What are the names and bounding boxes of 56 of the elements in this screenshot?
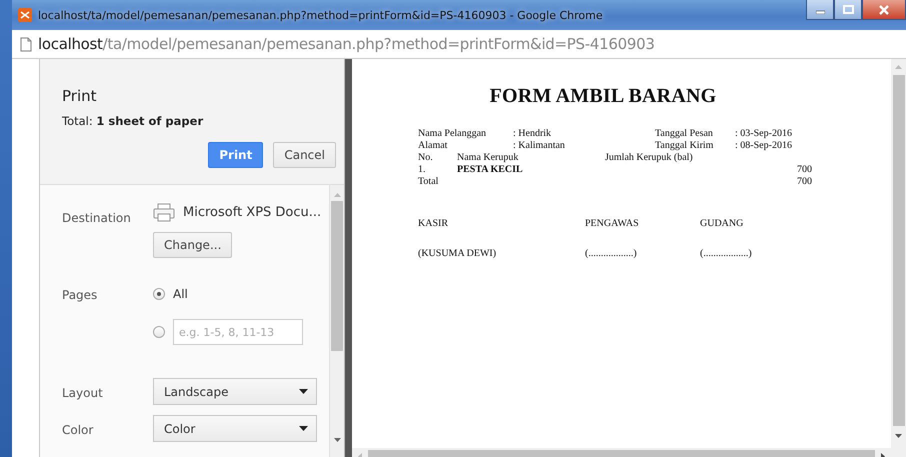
field-value: : Hendrik [513,128,552,140]
signature-name: (KUSUMA DEWI) [418,248,498,259]
signature-role: KASIR [418,218,450,229]
table-cell-text: 1. [418,164,426,176]
signature-name: (..................) [700,248,753,259]
table-cell-text: PESTA KECIL [457,164,524,176]
scroll-down-icon[interactable] [334,438,340,442]
maximize-icon [842,5,854,14]
close-button[interactable] [862,0,906,20]
total-value: 700 [796,176,812,188]
field-value: : Kalimantan [513,140,566,152]
signature-role: GUDANG [700,218,744,229]
close-icon [879,4,889,14]
vertical-scrollbar[interactable] [329,185,344,457]
vertical-scrollbar[interactable] [891,59,906,448]
app-icon [18,8,32,22]
setting-label: Layout [62,385,104,400]
url-text[interactable]: localhost/ta/model/pemesanan/pemesanan.php?method=printForm&id=PS-4160903 [38,35,655,53]
change-button[interactable]: Change... [153,232,232,258]
signature-role: PENGAWAS [585,218,640,229]
window-title: localhost/ta/model/pemesanan/pemesanan.php?method=printForm&id=PS-4160903 - Google Chrome [38,8,604,22]
page-icon [20,36,32,52]
scroll-up-icon[interactable] [895,65,902,69]
total-sheets-text: Total: 1 sheet of paper [62,114,204,128]
print-title: Print [62,87,98,105]
setting-label: Pages [62,287,98,302]
caret-icon [299,389,308,394]
radio-button[interactable] [153,326,165,338]
scroll-up-icon[interactable] [334,193,340,197]
column-header: Nama Kerupuk [457,152,520,164]
printer-icon [153,203,175,222]
maximize-button[interactable] [834,0,862,20]
field-value: : 03-Sep-2016 [735,128,793,140]
dropdown[interactable]: Landscape [153,378,317,405]
total-label: Total [418,176,440,188]
field-label: Tanggal Kirim [655,140,714,152]
signature-name: (..................) [585,248,638,259]
setting-label: Color [62,422,94,437]
field-label: Alamat [418,140,448,152]
field-label: Tanggal Pesan [655,128,714,140]
destination-name: Microsoft XPS Docu... [183,205,322,220]
cancel-button[interactable]: Cancel [273,142,336,168]
radio-label: All [173,287,188,301]
caret-icon [299,426,308,431]
radio-button[interactable] [153,288,165,300]
table-cell-text: 700 [796,164,812,176]
field-label: Nama Pelanggan [418,128,488,140]
minimize-button[interactable] [806,0,834,20]
page-range-field[interactable]: e.g. 1-5, 8, 11-13 [173,319,303,345]
dropdown[interactable]: Color [153,415,317,442]
form-title: FORM AMBIL BARANG [488,85,718,108]
column-header: No. [418,152,434,164]
setting-label: Destination [62,210,132,225]
field-value: : 08-Sep-2016 [735,140,793,152]
column-header: Jumlah Kerupuk (bal) [605,152,694,164]
scroll-down-icon[interactable] [895,434,902,438]
